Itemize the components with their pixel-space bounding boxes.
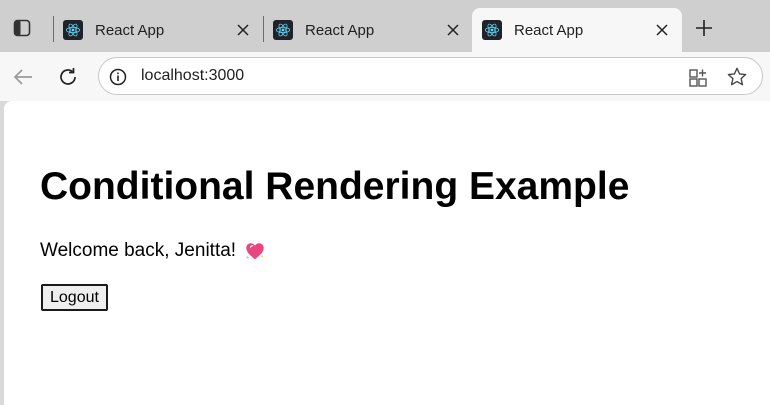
apps-icon[interactable] [687, 67, 709, 89]
address-bar[interactable]: localhost:3000 [98, 57, 763, 95]
tab-title: React App [95, 21, 165, 39]
page-title: Conditional Rendering Example [40, 165, 630, 208]
react-logo-icon [273, 20, 293, 40]
page-viewport: Conditional Rendering Example Welcome ba… [4, 101, 770, 405]
sparkling-heart-icon [244, 240, 266, 262]
info-icon[interactable] [108, 67, 128, 87]
welcome-message: Welcome back, Jenitta! [40, 240, 266, 262]
tab-strip: React App React App React App [0, 0, 770, 52]
tab-separator [53, 16, 54, 42]
address-url: localhost:3000 [141, 67, 245, 84]
react-logo-icon [482, 20, 502, 40]
react-logo-icon [63, 20, 83, 40]
browser-window: React App React App React App localhost:… [0, 0, 770, 405]
tab-separator [263, 16, 264, 42]
logout-button[interactable]: Logout [41, 284, 108, 311]
browser-toolbar: localhost:3000 [0, 52, 770, 101]
welcome-text: Welcome back, Jenitta! [40, 240, 237, 261]
reload-icon[interactable] [53, 62, 83, 92]
tab-1[interactable]: React App [53, 8, 263, 52]
tab-title: React App [514, 21, 584, 39]
close-icon[interactable] [652, 20, 672, 40]
tab-title: React App [305, 21, 375, 39]
tab-3-active[interactable]: React App [472, 8, 682, 52]
tab-2[interactable]: React App [263, 8, 473, 52]
tab-actions-icon[interactable] [8, 14, 36, 42]
star-icon[interactable] [726, 66, 748, 88]
plus-icon[interactable] [690, 14, 718, 42]
close-icon[interactable] [233, 20, 253, 40]
back-arrow-icon[interactable] [8, 62, 38, 92]
close-icon[interactable] [443, 20, 463, 40]
